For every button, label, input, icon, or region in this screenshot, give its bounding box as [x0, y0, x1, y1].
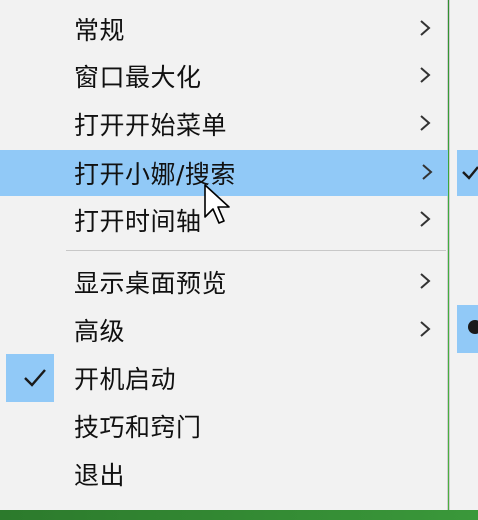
taskbar: [0, 510, 478, 520]
chevron-right-icon: [420, 67, 431, 83]
menu-item-exit[interactable]: 退出: [8, 451, 446, 497]
mouse-pointer-icon: [204, 184, 230, 224]
menu-item-open-start-menu[interactable]: 打开开始菜单: [8, 101, 446, 147]
context-menu: 常规 窗口最大化 打开开始菜单 打开小娜/搜索 打开时间轴 显示桌面预览 高级: [0, 0, 448, 510]
menu-item-show-desktop-preview[interactable]: 显示桌面预览: [8, 259, 446, 305]
menu-item-label: 打开时间轴: [74, 207, 202, 236]
submenu-panel: [449, 0, 478, 510]
menu-item-advanced[interactable]: 高级: [8, 307, 446, 353]
checkmark-icon: [462, 166, 478, 180]
menu-item-launch-at-startup[interactable]: 开机启动: [8, 355, 446, 401]
checkmark-icon: [24, 369, 46, 387]
chevron-right-icon: [420, 115, 431, 131]
chevron-right-icon: [420, 211, 431, 227]
chevron-right-icon: [422, 164, 433, 180]
menu-item-label: 退出: [74, 461, 126, 490]
menu-item-label: 窗口最大化: [74, 63, 202, 92]
menu-item-label: 显示桌面预览: [74, 269, 228, 298]
menu-item-tips-and-tricks[interactable]: 技巧和窍门: [8, 403, 446, 449]
chevron-right-icon: [420, 20, 431, 36]
menu-item-label: 技巧和窍门: [74, 413, 202, 442]
menu-item-label: 高级: [74, 317, 126, 346]
screen: 常规 窗口最大化 打开开始菜单 打开小娜/搜索 打开时间轴 显示桌面预览 高级: [0, 0, 478, 520]
radio-dot-icon: [468, 320, 478, 334]
menu-item-general[interactable]: 常规: [8, 6, 446, 52]
menu-item-label: 开机启动: [74, 365, 177, 394]
chevron-right-icon: [420, 273, 431, 289]
menu-item-label: 常规: [74, 16, 126, 45]
menu-separator: [66, 250, 446, 251]
menu-item-label: 打开开始菜单: [74, 111, 228, 140]
menu-item-maximize-window[interactable]: 窗口最大化: [8, 53, 446, 99]
chevron-right-icon: [420, 321, 431, 337]
